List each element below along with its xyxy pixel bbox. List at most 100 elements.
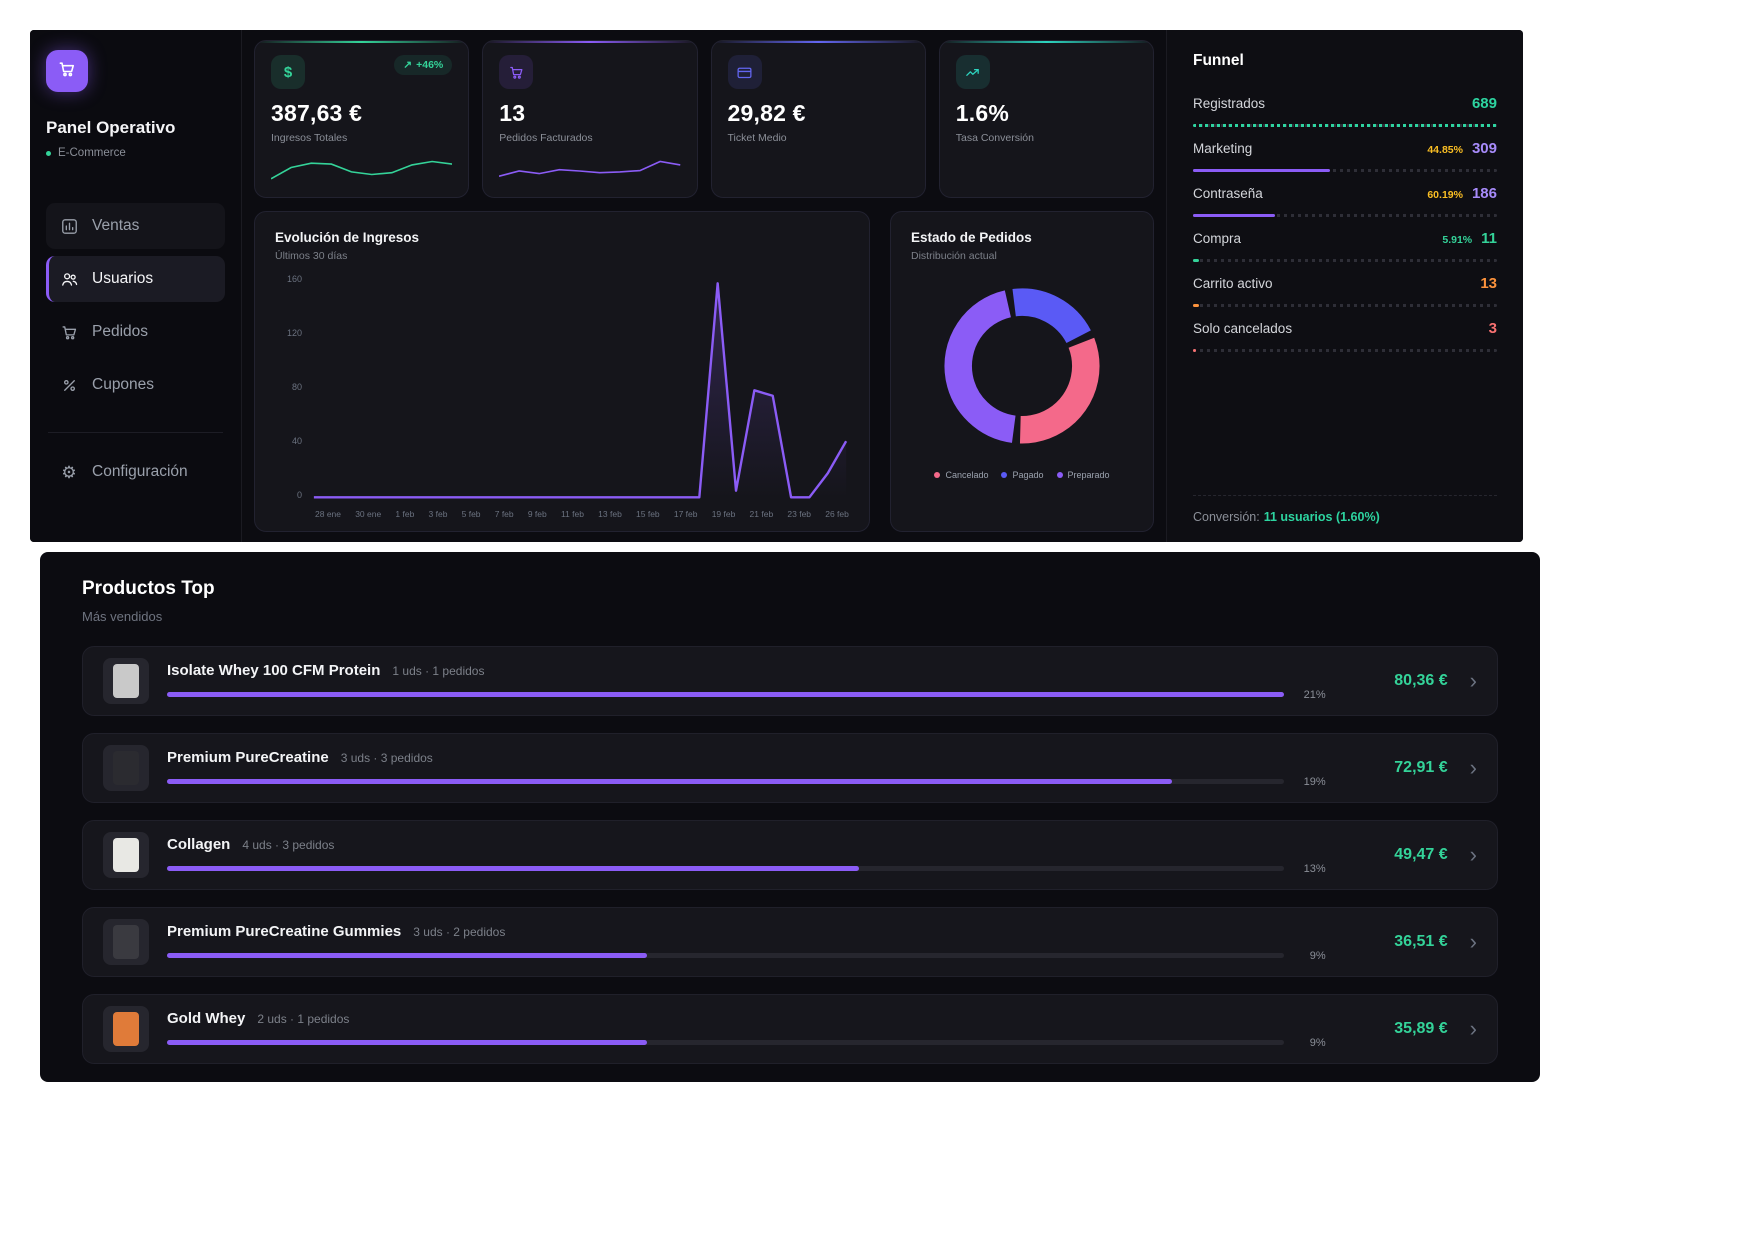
legend-dot bbox=[1001, 472, 1007, 478]
y-axis: 16012080400 bbox=[275, 274, 311, 502]
product-bar-fill bbox=[167, 1040, 647, 1045]
product-row[interactable]: Isolate Whey 100 CFM Protein 1 uds · 1 p… bbox=[82, 646, 1498, 716]
revenue-chart-card: Evolución de Ingresos Últimos 30 días 16… bbox=[254, 211, 870, 532]
product-image bbox=[103, 919, 149, 965]
funnel-row-registrados: Registrados 689 bbox=[1193, 86, 1497, 131]
funnel-row-solo-cancelados: Solo cancelados 3 bbox=[1193, 311, 1497, 356]
sidebar: Panel Operativo E-Commerce Ventas Usuari… bbox=[30, 30, 242, 542]
sidebar-item-pedidos[interactable]: Pedidos bbox=[46, 309, 225, 355]
app-title: Panel Operativo bbox=[46, 118, 225, 138]
product-name: Premium PureCreatine bbox=[167, 749, 329, 766]
kpi-card-pedidos: 13 Pedidos Facturados bbox=[482, 40, 697, 198]
x-axis-tick: 19 feb bbox=[712, 509, 736, 519]
product-bar-track bbox=[167, 779, 1284, 784]
kpi-label: Tasa Conversión bbox=[956, 132, 1137, 144]
product-price: 72,91 € bbox=[1344, 759, 1448, 777]
legend-label: Pagado bbox=[1012, 470, 1043, 480]
legend-label: Cancelado bbox=[945, 470, 988, 480]
funnel-bar-fill bbox=[1193, 124, 1497, 127]
orders-donut-chart bbox=[934, 278, 1110, 454]
cart-icon bbox=[57, 59, 77, 84]
x-axis-tick: 28 ene bbox=[315, 509, 341, 519]
gear-icon: ⚙ bbox=[59, 462, 79, 482]
kpi-label: Pedidos Facturados bbox=[499, 132, 680, 144]
x-axis-tick: 9 feb bbox=[528, 509, 547, 519]
product-row[interactable]: Gold Whey 2 uds · 1 pedidos 9% 35,89 € › bbox=[82, 994, 1498, 1064]
charts-row: Evolución de Ingresos Últimos 30 días 16… bbox=[254, 211, 1154, 532]
sidebar-item-ventas[interactable]: Ventas bbox=[46, 203, 225, 249]
x-axis-tick: 5 feb bbox=[462, 509, 481, 519]
x-axis-tick: 1 feb bbox=[395, 509, 414, 519]
product-image bbox=[103, 832, 149, 878]
kpi-value: 387,63 € bbox=[271, 100, 452, 127]
funnel-bar-track bbox=[1193, 349, 1497, 352]
y-axis-tick: 120 bbox=[287, 328, 302, 338]
product-name: Premium PureCreatine Gummies bbox=[167, 923, 401, 940]
product-bar-track bbox=[167, 692, 1284, 697]
legend-item: Preparado bbox=[1057, 470, 1110, 480]
chevron-right-icon[interactable]: › bbox=[1470, 1018, 1477, 1040]
sparkline-chart bbox=[271, 155, 452, 185]
cart-icon bbox=[499, 55, 533, 89]
x-axis-tick: 3 feb bbox=[429, 509, 448, 519]
card-accent-line bbox=[940, 41, 1153, 43]
kpi-card-ticket: 29,82 € Ticket Medio bbox=[711, 40, 926, 198]
product-meta: 3 uds · 3 pedidos bbox=[341, 751, 433, 765]
orders-status-card: Estado de Pedidos Distribución actual Ca… bbox=[890, 211, 1154, 532]
dashboard-top: Panel Operativo E-Commerce Ventas Usuari… bbox=[30, 30, 1523, 542]
product-row[interactable]: Premium PureCreatine 3 uds · 3 pedidos 1… bbox=[82, 733, 1498, 803]
funnel-bar-fill bbox=[1193, 169, 1330, 172]
product-bar-track bbox=[167, 866, 1284, 871]
chevron-right-icon[interactable]: › bbox=[1470, 757, 1477, 779]
product-row[interactable]: Premium PureCreatine Gummies 3 uds · 2 p… bbox=[82, 907, 1498, 977]
product-price: 49,47 € bbox=[1344, 846, 1448, 864]
chevron-right-icon[interactable]: › bbox=[1470, 931, 1477, 953]
product-image bbox=[103, 1006, 149, 1052]
legend-item: Cancelado bbox=[934, 470, 988, 480]
funnel-stage-pct: 5.91% bbox=[1442, 234, 1472, 246]
legend-dot bbox=[934, 472, 940, 478]
funnel-bar-track bbox=[1193, 124, 1497, 127]
sidebar-divider bbox=[48, 432, 223, 433]
y-axis-tick: 0 bbox=[297, 490, 302, 500]
app-logo[interactable] bbox=[46, 50, 88, 92]
funnel-bar-track bbox=[1193, 169, 1497, 172]
revenue-line-chart bbox=[311, 274, 849, 502]
funnel-stage-count: 13 bbox=[1480, 275, 1497, 292]
funnel-title: Funnel bbox=[1193, 52, 1497, 70]
legend-item: Pagado bbox=[1001, 470, 1043, 480]
funnel-stage-pct: 44.85% bbox=[1427, 144, 1463, 156]
funnel-bar-fill bbox=[1193, 304, 1199, 307]
sidebar-nav: Ventas Usuarios Pedidos bbox=[46, 203, 225, 408]
product-image bbox=[103, 658, 149, 704]
x-axis-tick: 26 feb bbox=[825, 509, 849, 519]
x-axis-tick: 15 feb bbox=[636, 509, 660, 519]
chevron-right-icon[interactable]: › bbox=[1470, 844, 1477, 866]
sidebar-item-configuracion[interactable]: ⚙ Configuración bbox=[46, 449, 225, 495]
product-row[interactable]: Collagen 4 uds · 3 pedidos 13% 49,47 € › bbox=[82, 820, 1498, 890]
sidebar-item-usuarios[interactable]: Usuarios bbox=[46, 256, 225, 302]
legend-label: Preparado bbox=[1068, 470, 1110, 480]
product-price: 36,51 € bbox=[1344, 933, 1448, 951]
percent-icon bbox=[59, 375, 79, 395]
funnel-row-marketing: Marketing 44.85% 309 bbox=[1193, 131, 1497, 176]
product-name: Isolate Whey 100 CFM Protein bbox=[167, 662, 380, 679]
trend-badge: ↗ +46% bbox=[394, 55, 452, 75]
funnel-row-compra: Compra 5.91% 11 bbox=[1193, 221, 1497, 266]
funnel-row-contrasena: Contraseña 60.19% 186 bbox=[1193, 176, 1497, 221]
funnel-stage-count: 11 bbox=[1481, 230, 1497, 247]
chevron-right-icon[interactable]: › bbox=[1470, 670, 1477, 692]
sparkline-chart bbox=[499, 155, 680, 185]
kpi-label: Ingresos Totales bbox=[271, 132, 452, 144]
status-dot bbox=[46, 151, 51, 156]
card-accent-line bbox=[483, 41, 696, 43]
x-axis-tick: 11 feb bbox=[561, 509, 584, 519]
product-price: 80,36 € bbox=[1344, 672, 1448, 690]
funnel-stage-label: Compra bbox=[1193, 231, 1241, 246]
sidebar-item-cupones[interactable]: Cupones bbox=[46, 362, 225, 408]
x-axis-tick: 17 feb bbox=[674, 509, 698, 519]
funnel-stage-count: 309 bbox=[1472, 140, 1497, 157]
y-axis-tick: 160 bbox=[287, 274, 302, 284]
product-bar-fill bbox=[167, 779, 1172, 784]
kpi-value: 29,82 € bbox=[728, 100, 909, 127]
